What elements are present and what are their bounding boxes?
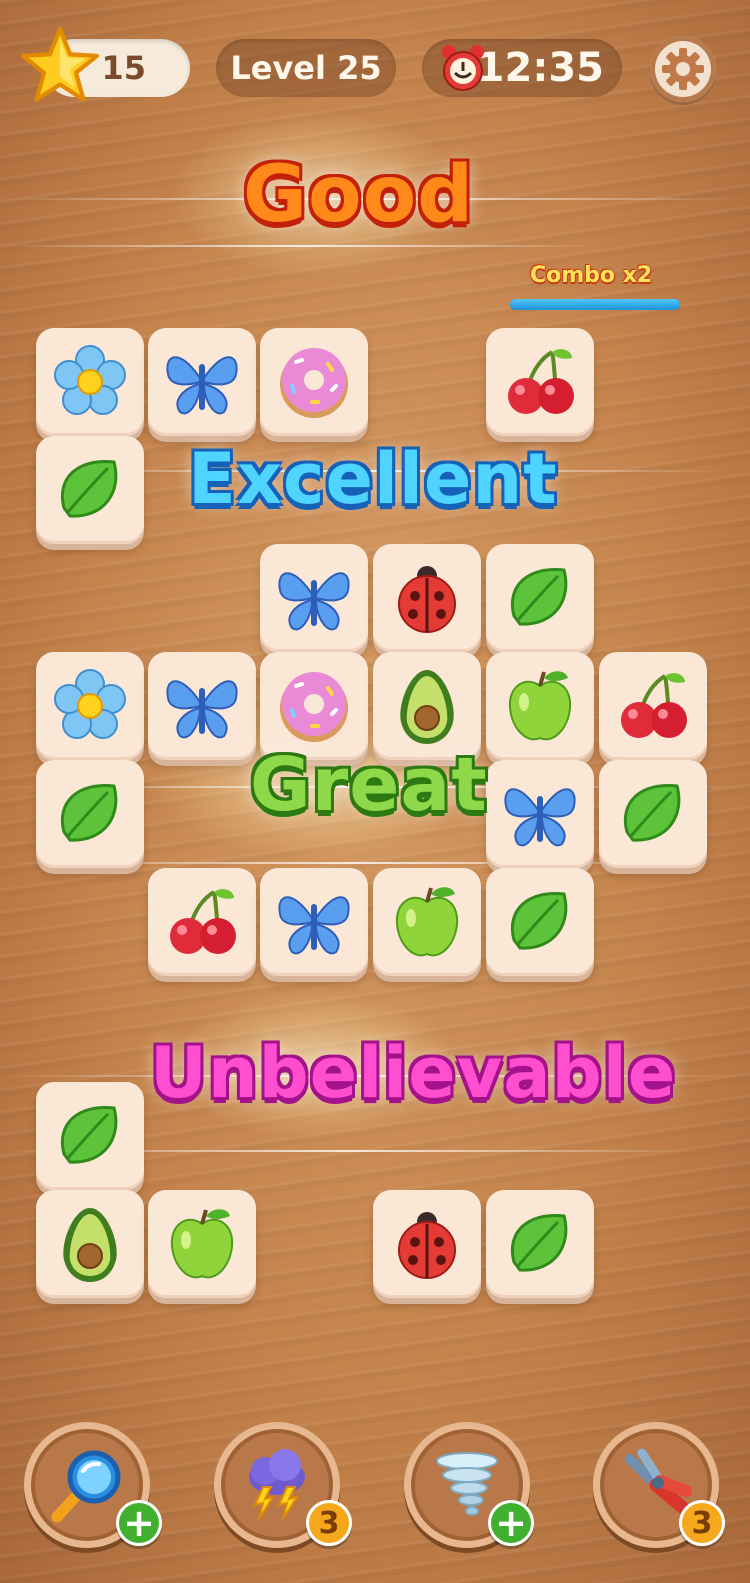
booster-count-badge: 3 [306, 1500, 352, 1546]
tile-leaf[interactable] [486, 544, 594, 652]
tile-leaf[interactable] [36, 1082, 144, 1190]
flower-icon [54, 345, 126, 415]
tile-butterfly[interactable] [486, 760, 594, 868]
star-icon [20, 26, 100, 102]
badge-label: 3 [691, 1505, 713, 1541]
tile-butterfly[interactable] [260, 868, 368, 976]
praise-unbelievable: Unbelievable [150, 1032, 677, 1114]
tile-butterfly[interactable] [148, 328, 256, 436]
magnifier-icon [51, 1450, 121, 1523]
star-count: 15 [101, 49, 146, 87]
add-booster-badge[interactable]: + [488, 1500, 534, 1546]
add-booster-badge[interactable]: + [116, 1500, 162, 1546]
cherry-icon [621, 673, 687, 738]
leaf-icon [510, 892, 568, 950]
tile-cherry[interactable] [486, 328, 594, 436]
tile-leaf[interactable] [486, 1190, 594, 1298]
tile-flower[interactable] [36, 328, 144, 436]
tile-leaf[interactable] [36, 436, 144, 544]
light-streak [0, 245, 600, 247]
apple-icon [508, 671, 572, 741]
avocado-icon [400, 670, 454, 744]
donut-icon [280, 672, 348, 742]
tile-butterfly[interactable] [148, 652, 256, 760]
tile-apple[interactable] [486, 652, 594, 760]
tile-avocado[interactable] [36, 1190, 144, 1298]
combo-progress-fill [510, 299, 680, 310]
level-label: Level 25 [230, 49, 382, 87]
leaf-icon [60, 784, 118, 842]
ladybug-icon [398, 566, 456, 633]
leaf-icon [60, 1106, 118, 1164]
booster-count-badge: 3 [679, 1500, 725, 1546]
tile-butterfly[interactable] [260, 544, 368, 652]
tile-leaf[interactable] [36, 760, 144, 868]
alarm-clock-icon [442, 45, 484, 91]
combo-progress-bar [510, 299, 680, 310]
tile-cherry[interactable] [148, 868, 256, 976]
cherry-icon [508, 349, 574, 414]
butterfly-icon [166, 356, 238, 415]
praise-excellent: Excellent [188, 438, 558, 520]
tile-leaf[interactable] [486, 868, 594, 976]
tile-ladybug[interactable] [373, 1190, 481, 1298]
butterfly-icon [166, 680, 238, 739]
leaf-icon [623, 784, 681, 842]
apple-icon [395, 887, 459, 957]
level-indicator: Level 25 [216, 39, 396, 97]
gear-icon [662, 48, 704, 90]
avocado-icon [63, 1208, 117, 1282]
storm-cloud-icon [249, 1449, 305, 1520]
praise-great: Great [250, 742, 488, 828]
settings-button[interactable] [650, 36, 716, 102]
tile-leaf[interactable] [599, 760, 707, 868]
tile-apple[interactable] [373, 868, 481, 976]
praise-good: Good [243, 150, 475, 240]
tile-apple[interactable] [148, 1190, 256, 1298]
tile-ladybug[interactable] [373, 544, 481, 652]
combo-label: Combo x2 [530, 263, 653, 288]
tile-cherry[interactable] [599, 652, 707, 760]
tile-flower[interactable] [36, 652, 144, 760]
tile-donut[interactable] [260, 328, 368, 436]
donut-icon [280, 348, 348, 418]
flower-icon [54, 669, 126, 739]
butterfly-icon [278, 572, 350, 631]
butterfly-icon [278, 896, 350, 955]
butterfly-icon [504, 788, 576, 847]
badge-label: + [123, 1501, 155, 1545]
leaf-icon [510, 1214, 568, 1272]
cherry-icon [170, 889, 236, 954]
apple-icon [170, 1209, 234, 1279]
leaf-icon [60, 460, 118, 518]
leaf-icon [510, 568, 568, 626]
timer-value: 12:35 [476, 45, 604, 91]
badge-label: 3 [318, 1505, 340, 1541]
ladybug-icon [398, 1212, 456, 1279]
badge-label: + [495, 1501, 527, 1545]
